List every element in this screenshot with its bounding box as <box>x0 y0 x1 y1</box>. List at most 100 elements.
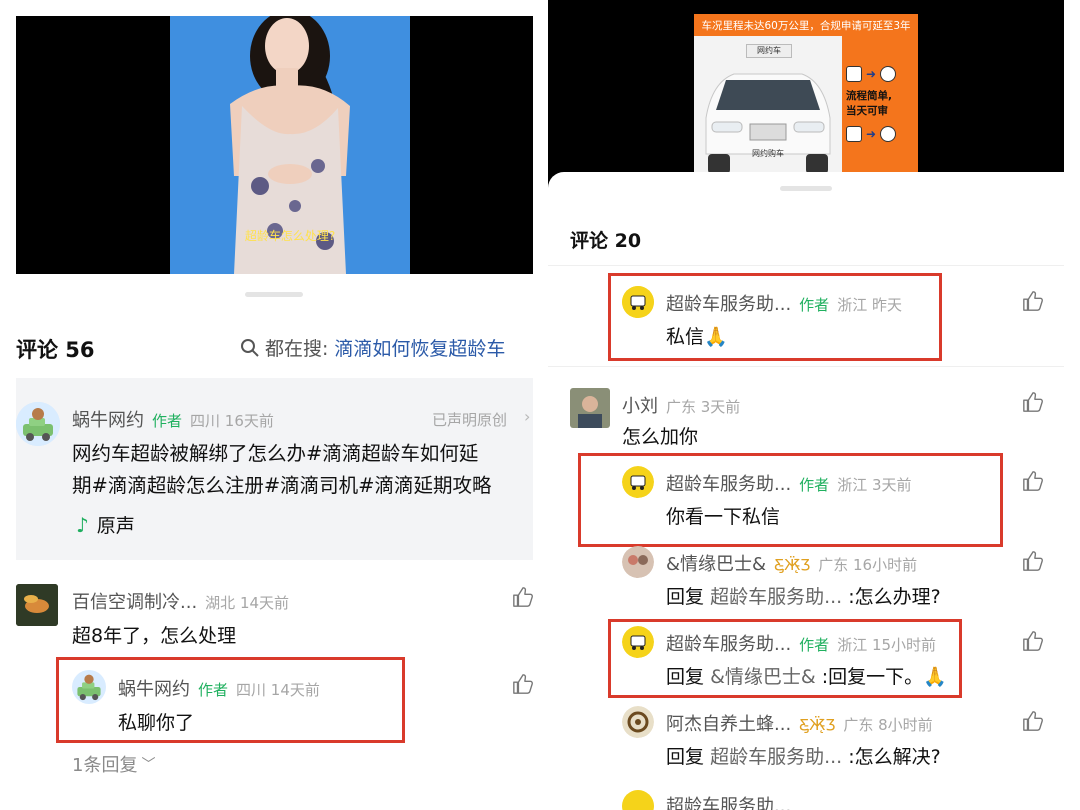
step-row: ➜ <box>846 126 914 142</box>
thumbs-up-icon[interactable] <box>1022 290 1044 316</box>
comment-meta: 浙江 昨天 <box>837 296 902 314</box>
search-icon <box>240 338 260 358</box>
username[interactable]: 超龄车服务助... <box>666 630 791 656</box>
search-query[interactable]: 滴滴如何恢复超龄车 <box>334 334 505 361</box>
reply-target[interactable]: &情缘巴士& <box>710 666 816 688</box>
reply-line: 回复 &情缘巴士& :回复一下。🙏 <box>666 662 947 689</box>
reply-text: 私聊你了 <box>118 712 195 734</box>
pinned-header: 蜗牛网约 作者 四川 16天前 <box>72 406 274 432</box>
comment-text: 私信🙏 <box>666 326 728 348</box>
original-sound-link[interactable]: ♪ 原声 <box>76 511 135 538</box>
avatar[interactable] <box>570 388 610 428</box>
drag-handle[interactable] <box>245 292 303 297</box>
avatar[interactable] <box>622 286 654 318</box>
comment-meta: 湖北 14天前 <box>205 594 290 612</box>
comment-meta: 广东 16小时前 <box>818 556 918 574</box>
comment-text: 超8年了，怎么处理 <box>72 625 237 647</box>
replies-count: 1条回复 <box>72 755 138 776</box>
reply-target[interactable]: 超龄车服务助... <box>710 746 842 768</box>
avatar[interactable] <box>16 402 60 446</box>
comment-header: 超龄车服务助... 作者 浙江 15小时前 <box>666 630 936 656</box>
comment-header: 小刘 广东 3天前 <box>622 392 740 418</box>
search-prefix: 都在搜: <box>265 338 329 360</box>
reply-word: 回复 <box>666 746 705 768</box>
snail-car-icon <box>16 402 60 446</box>
arrow-icon: ➜ <box>866 127 877 141</box>
username[interactable]: 超龄车服务助... <box>666 792 791 810</box>
thumbs-up-icon[interactable] <box>1022 391 1044 417</box>
bus-logo-icon <box>622 626 654 658</box>
step-row: ➜ <box>846 66 914 82</box>
trending-search[interactable]: 都在搜: 滴滴如何恢复超龄车 <box>240 334 505 361</box>
checklist-icon <box>846 66 862 82</box>
comment-text: :回复一下。🙏 <box>821 666 947 688</box>
plate-text: 网约购车 <box>752 149 784 158</box>
original-declaration[interactable]: 已声明原创 <box>432 409 507 430</box>
avatar[interactable] <box>72 670 106 704</box>
comments-count: 评论 56 <box>16 338 95 362</box>
username[interactable]: 小刘 <box>622 392 658 418</box>
chevron-down-icon: ﹀ <box>141 757 156 773</box>
pinned-text-line1: 网约车超龄被解绑了怎么办#滴滴超龄车如何延 <box>72 442 479 465</box>
reply-word: 回复 <box>666 666 705 688</box>
music-note-icon: ♪ <box>76 512 89 537</box>
comment-meta: 浙江 15小时前 <box>837 636 937 654</box>
reply-target[interactable]: 超龄车服务助... <box>710 586 842 608</box>
butterfly-icon: Ƹ̵̡Ӝ̵̨̄Ʒ <box>774 556 811 574</box>
expand-replies-button[interactable]: 1条回复 ﹀ <box>72 751 155 777</box>
drag-handle[interactable] <box>780 186 832 191</box>
author-badge: 作者 <box>799 636 830 654</box>
car-photo-bg: 网约车 网约购车 <box>694 36 842 186</box>
username[interactable]: 超龄车服务助... <box>666 290 791 316</box>
video-player[interactable]: 车况里程未达60万公里，合规申请可延至3年 网约车 网约购车 ➜ 流程简单, 当… <box>548 0 1064 190</box>
thumbs-up-icon[interactable] <box>1022 710 1044 736</box>
car-image <box>694 36 842 186</box>
snail-car-icon <box>72 670 106 704</box>
bee-logo-icon <box>622 706 654 738</box>
comment-header: 阿杰自养土蜂... Ƹ̵̡Ӝ̵̨̄Ʒ 广东 8小时前 <box>666 710 933 736</box>
author-badge: 作者 <box>152 412 183 430</box>
sound-label: 原声 <box>96 515 135 537</box>
avatar[interactable] <box>622 706 654 738</box>
thumbs-up-icon[interactable] <box>1022 470 1044 496</box>
avatar[interactable] <box>622 626 654 658</box>
thumbs-up-icon[interactable] <box>512 673 534 699</box>
username[interactable]: 阿杰自养土蜂... <box>666 710 791 736</box>
username[interactable]: 百信空调制冷... <box>72 588 197 614</box>
comment-text: 你看一下私信 <box>666 506 781 528</box>
divider <box>548 265 1064 266</box>
comment-meta: 四川 14天前 <box>236 681 320 699</box>
chat-icon <box>880 66 897 82</box>
roof-sign: 网约车 <box>746 44 792 58</box>
username[interactable]: 蜗牛网约 <box>72 406 144 432</box>
author-badge: 作者 <box>799 476 830 494</box>
chevron-right-icon[interactable]: › <box>524 407 530 426</box>
butterfly-icon: Ƹ̵̡Ӝ̵̨̄Ʒ <box>799 716 836 734</box>
username[interactable]: 超龄车服务助... <box>666 470 791 496</box>
divider <box>548 366 1064 367</box>
comment-text: :怎么解决? <box>848 746 941 768</box>
video-player[interactable]: 超龄车怎么处理? <box>16 16 533 274</box>
step-text: 流程简单, <box>846 90 892 102</box>
comment-header: 超龄车服务助... 作者 浙江 昨天 <box>666 290 902 316</box>
avatar[interactable] <box>622 466 654 498</box>
comment-meta: 四川 16天前 <box>190 412 274 430</box>
thumbs-up-icon[interactable] <box>1022 550 1044 576</box>
thumbs-up-icon[interactable] <box>1022 630 1044 656</box>
comment-meta: 广东 8小时前 <box>843 716 933 734</box>
person-photo <box>570 388 610 428</box>
reply-line: 回复 超龄车服务助... :怎么办理? <box>666 582 941 609</box>
reply-header: 蜗牛网约 作者 四川 14天前 <box>118 675 320 701</box>
thumbs-up-icon[interactable] <box>512 586 534 612</box>
username[interactable]: 蜗牛网约 <box>118 675 190 701</box>
username[interactable]: &情缘巴士& <box>666 550 766 576</box>
process-steps: ➜ 流程简单, 当天可审 ➜ <box>846 66 914 182</box>
ad-banner: 车况里程未达60万公里，合规申请可延至3年 网约车 网约购车 ➜ 流程简单, 当… <box>694 14 918 186</box>
fish-image <box>16 584 58 626</box>
avatar[interactable] <box>622 546 654 578</box>
comment-header: 超龄车服务助... 作者 浙江 3天前 <box>666 470 912 496</box>
banner-headline: 车况里程未达60万公里，合规申请可延至3年 <box>701 20 911 32</box>
comment-header: 百信空调制冷... 湖北 14天前 <box>72 588 289 614</box>
avatar[interactable] <box>16 584 58 626</box>
left-screenshot: 超龄车怎么处理? 评论 56 都在搜: 滴滴如何恢复超龄车 蜗牛网约 作者 四川… <box>0 0 548 810</box>
